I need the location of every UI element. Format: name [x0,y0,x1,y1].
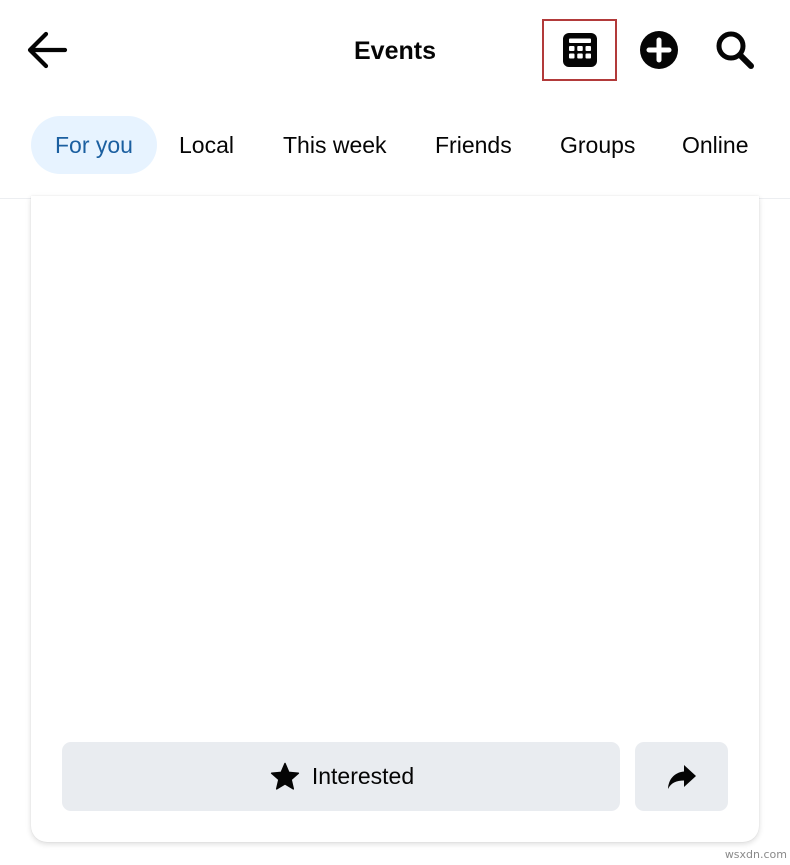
event-card-media[interactable] [31,196,759,734]
tab-local[interactable]: Local [179,116,234,174]
search-button[interactable] [710,25,760,75]
create-event-button[interactable] [634,25,684,75]
top-app-bar: Events [0,0,790,100]
watermark: wsxdn.com [724,848,787,861]
star-icon [268,760,302,794]
interested-label: Interested [311,763,415,789]
share-button[interactable] [635,742,728,811]
search-icon [716,31,754,69]
plus-circle-icon [640,31,678,69]
calendar-icon [562,33,597,67]
share-arrow-icon [667,764,696,789]
tab-online[interactable]: Online [682,116,748,174]
event-card: Interested [31,196,759,842]
tab-groups[interactable]: Groups [560,116,635,174]
calendar-button[interactable] [542,19,617,81]
tab-for-you[interactable]: For you [31,116,157,174]
back-button[interactable] [22,25,72,75]
event-category-tabs: For you Local This week Friends Groups O… [0,116,790,176]
tab-friends[interactable]: Friends [435,116,512,174]
page-title: Events [354,37,436,65]
interested-button[interactable]: Interested [62,742,620,811]
arrow-left-icon [27,31,68,69]
tab-this-week[interactable]: This week [283,116,387,174]
